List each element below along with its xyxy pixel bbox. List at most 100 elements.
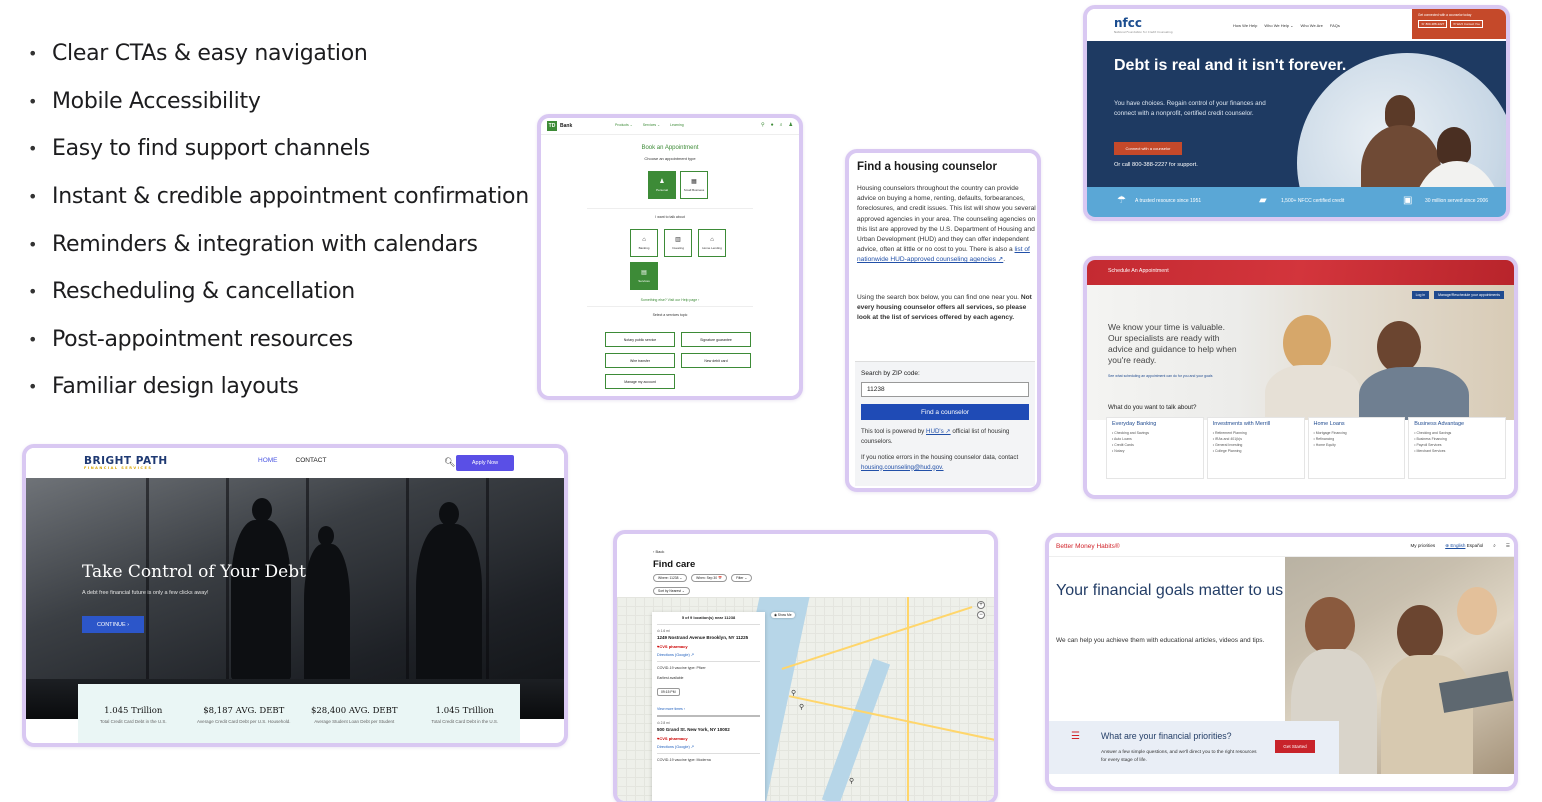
result-item[interactable]: ⊙ 1.6 mi 1249 Nostrand Avenue Brooklyn, … (657, 629, 760, 711)
service-signature-button[interactable]: Signature guarantee (681, 332, 751, 347)
nav-faqs[interactable]: FAQs (1330, 23, 1340, 28)
continue-button[interactable]: CONTINUE › (82, 616, 144, 633)
search-icon[interactable]: ⌕ (1493, 543, 1496, 549)
priorities-question: What are your financial priorities? (1101, 731, 1232, 741)
manage-appointments-button[interactable]: Manage/Reschedule your appointments (1434, 291, 1504, 299)
type-small-business-tile[interactable]: ▦ Small Business (680, 171, 708, 199)
topic-investing-tile[interactable]: ▥ Investing (664, 229, 692, 257)
nav-products[interactable]: Products ⌄ (615, 123, 633, 127)
learn-more-link[interactable]: See what scheduling an appointment can d… (1108, 374, 1213, 378)
location-pin-icon[interactable]: ⚲ (791, 689, 796, 697)
get-started-button[interactable]: Get Started (1275, 740, 1315, 753)
feature-item: • Post-appointment resources (28, 326, 353, 352)
english-link[interactable]: ⊕ English (1445, 543, 1465, 548)
topic-business-advantage[interactable]: Business Advantage • Checking and Saving… (1408, 417, 1506, 479)
nav-home-link[interactable]: HOME (258, 457, 278, 464)
feature-item: • Clear CTAs & easy navigation (28, 41, 368, 67)
call-text: Or call 800-388-2227 for support. (1114, 162, 1198, 168)
help-page-link[interactable]: Something else? Visit our Help page › (541, 298, 799, 302)
help-banner: Get connected with a counselor today ☏ 8… (1412, 9, 1506, 39)
feature-item: • Reminders & integration with calendars (28, 231, 478, 257)
topic-banking-tile[interactable]: ⌂ Banking (630, 229, 658, 257)
time-slot-button[interactable]: 09:15 PM (657, 688, 680, 696)
hud-email-link[interactable]: housing.counseling@hud.gov. (861, 464, 944, 471)
search-instructions: Using the search box below, you can find… (857, 294, 1032, 322)
type-personal-tile[interactable]: ♟ Personal (648, 171, 676, 199)
location-pin-icon[interactable]: ⚲ (799, 703, 804, 711)
view-more-times-link[interactable]: View more times › (657, 707, 760, 711)
menu-icon[interactable]: ☰ (1506, 543, 1510, 549)
phone-button[interactable]: ☏ 800-388-2227 (1418, 20, 1448, 28)
bmh-logo[interactable]: Better Money Habits® (1056, 543, 1120, 550)
find-care-screenshot: ‹ Back Find care Where: 11238 ⌄ When: Se… (613, 530, 998, 802)
search-icon[interactable]: ⌕ (780, 122, 783, 128)
zip-search-form: Search by ZIP code: 11238 Find a counsel… (855, 361, 1035, 486)
nav-who-we-are[interactable]: Who We Are (1300, 23, 1322, 28)
topic-home-loans[interactable]: Home Loans • Mortgage Financing • Refina… (1307, 417, 1406, 479)
topic-investments[interactable]: Investments with Merrill • Retirement Pl… (1206, 417, 1305, 479)
nfcc-nav: nfcc National Foundation for Credit Coun… (1087, 9, 1506, 41)
service-notary-button[interactable]: Notary public service (605, 332, 675, 347)
topic-home-lending-tile[interactable]: ⌂ Home Lending (698, 229, 726, 257)
zoom-in-button[interactable]: + (977, 601, 985, 609)
result-item[interactable]: ⊙ 2.8 mi 500 Grand St. New York, NY 1000… (657, 721, 760, 762)
apply-now-button[interactable]: Apply Now (456, 455, 514, 471)
location-icon[interactable]: ⚲ (761, 122, 765, 128)
zoom-out-button[interactable]: − (977, 611, 985, 619)
my-priorities-link[interactable]: My priorities (1410, 543, 1435, 549)
page-title: Find a housing counselor (857, 161, 997, 173)
search-icon[interactable]: 🔍︎ (444, 457, 455, 468)
chart-icon: ▥ (675, 237, 681, 243)
feature-list: • Clear CTAs & easy navigation • Mobile Ac… (28, 30, 529, 411)
service-debit-card-button[interactable]: New debit card (681, 353, 751, 368)
where-filter[interactable]: Where: 11238 ⌄ (653, 574, 688, 582)
feature-item: • Rescheduling & cancellation (28, 279, 355, 305)
when-filter[interactable]: When: Sep 30 📅 (691, 574, 728, 582)
hero-title: Take Control of Your Debt (82, 562, 306, 582)
directions-link[interactable]: Directions (Google) ↗ (657, 652, 760, 657)
show-me-button[interactable]: ◉ Show Me (771, 612, 795, 618)
topic-services-tile[interactable]: ▤ Services (630, 262, 658, 290)
better-money-habits-screenshot: Better Money Habits® My priorities ⊕ Eng… (1045, 533, 1518, 791)
back-link[interactable]: ‹ Back (653, 549, 664, 554)
help-icon[interactable]: ● (771, 122, 774, 128)
checklist-icon: ☰ (1071, 731, 1080, 742)
directions-link[interactable]: Directions (Google) ↗ (657, 744, 760, 749)
contact-me-button[interactable]: ✉ We'll Contact You (1450, 20, 1483, 28)
nfcc-logo[interactable]: nfcc National Foundation for Credit Coun… (1114, 16, 1173, 34)
sort-dropdown[interactable]: Sort by Nearest ⌄ (653, 587, 690, 595)
login-button[interactable]: Log in (1411, 291, 1430, 299)
espanol-link[interactable]: Español (1467, 543, 1484, 548)
hero-image: Take Control of Your Debt A debt free fi… (26, 478, 564, 719)
find-counselor-button[interactable]: Find a counselor (861, 404, 1029, 420)
nav-learning[interactable]: Learning (670, 123, 684, 127)
bright-path-nav: BRIGHT PATH FINANCIAL SERVICES HOME CONT… (26, 448, 564, 478)
connect-counselor-button[interactable]: Connect with a counselor (1114, 142, 1182, 155)
zip-input[interactable]: 11238 (861, 382, 1029, 397)
umbrella-icon: ☂ (1117, 195, 1126, 206)
bmh-nav: Better Money Habits® My priorities ⊕ Eng… (1049, 537, 1514, 557)
feature-item: • Easy to find support channels (28, 136, 370, 162)
nav-who-we-help[interactable]: Who We Help ⌄ (1264, 23, 1293, 28)
bright-path-logo[interactable]: BRIGHT PATH FINANCIAL SERVICES (84, 455, 168, 471)
hero-title: Your financial goals matter to us (1056, 582, 1284, 599)
topic-everyday-banking[interactable]: Everyday Banking • Checking and Savings … (1106, 417, 1204, 479)
nav-services[interactable]: Services ⌄ (643, 123, 660, 127)
services-icon: ▤ (641, 270, 647, 276)
service-manage-account-button[interactable]: Manage my account (605, 374, 675, 389)
home-icon: ⌂ (710, 236, 714, 243)
filter-dropdown[interactable]: Filter ⌄ (731, 574, 753, 582)
results-panel: 5 of 9 location(s) near 11238 ⊙ 1.6 mi 1… (652, 612, 765, 801)
zip-label: Search by ZIP code: (861, 370, 920, 377)
feature-item: • Mobile Accessibility (28, 88, 261, 114)
nav-how-we-help[interactable]: How We Help (1233, 23, 1257, 28)
cvs-logo: ♥CVS pharmacy (657, 644, 688, 649)
location-pin-icon[interactable]: ⚲ (849, 777, 854, 785)
nav-contact-link[interactable]: CONTACT (296, 457, 327, 464)
trust-band: ☂ A trusted resource since 1951 ▰ 1,500+… (1087, 187, 1506, 217)
td-logo[interactable]: TD (547, 121, 557, 131)
user-icon[interactable]: ♟ (789, 122, 793, 128)
intro-text: Housing counselors throughout the countr… (857, 185, 1036, 264)
service-wire-button[interactable]: Wire transfer (605, 353, 675, 368)
hud-link[interactable]: HUD's ↗ (926, 428, 951, 435)
